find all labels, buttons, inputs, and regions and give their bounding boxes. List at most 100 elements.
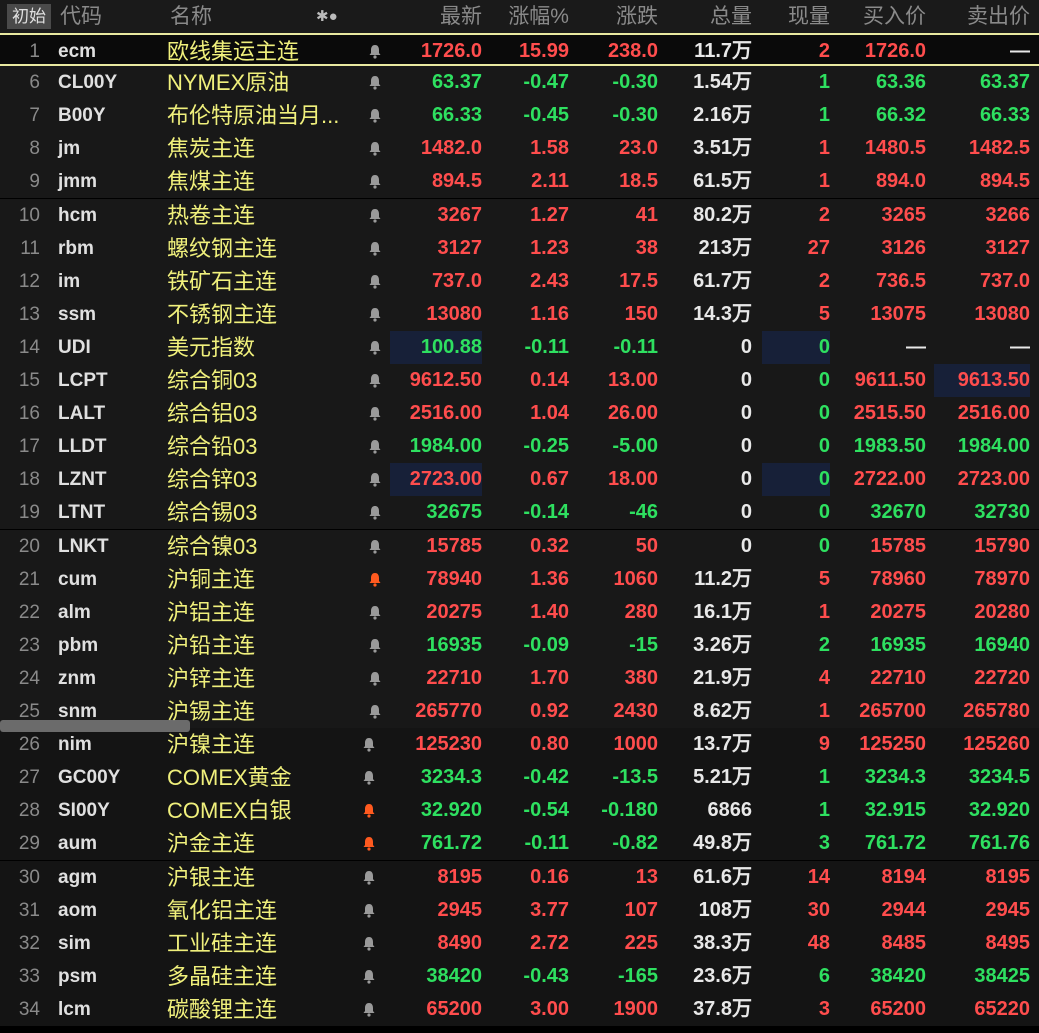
row-ask: —: [1010, 336, 1030, 358]
table-row[interactable]: 19 LTNT 综合锡03 32675 -0.14 -46 0 0 32670 32730: [0, 496, 1039, 529]
table-row[interactable]: 27 GC00Y COMEX黄金 3234.3 -0.42 -13.5 5.21万 1 3234…: [0, 761, 1039, 794]
alert-bell-icon[interactable]: [368, 605, 382, 620]
row-number: 33: [18, 966, 40, 987]
row-change-pct: -0.54: [523, 799, 569, 821]
alert-bell-icon[interactable]: [368, 439, 382, 454]
header-last[interactable]: 最新: [390, 0, 482, 33]
row-code: LNKT: [58, 536, 109, 557]
header-ask[interactable]: 卖出价: [934, 0, 1030, 33]
table-row[interactable]: 32 sim 工业硅主连 8490 2.72 225 38.3万 48 8485 8495: [0, 927, 1039, 960]
alert-bell-icon[interactable]: [362, 936, 376, 951]
horizontal-scrollbar[interactable]: [0, 720, 190, 732]
row-last-price: 1482.0: [420, 137, 482, 159]
table-row[interactable]: 12 im 铁矿石主连 737.0 2.43 17.5 61.7万 2 736.5 737.0: [0, 265, 1039, 298]
row-ask: 66.33: [979, 104, 1030, 126]
alert-bell-icon[interactable]: [368, 638, 382, 653]
header-change-pct[interactable]: 涨幅%: [488, 0, 569, 33]
alert-bell-icon[interactable]: [362, 903, 376, 918]
alert-bell-icon[interactable]: [368, 307, 382, 322]
table-row[interactable]: 33 psm 多晶硅主连 38420 -0.43 -165 23.6万 6 38420 38425: [0, 960, 1039, 993]
alert-bell-icon[interactable]: [368, 539, 382, 554]
alert-bell-icon[interactable]: [368, 44, 382, 59]
row-name: 焦煤主连: [167, 169, 256, 194]
row-bid: 1726.0: [864, 40, 926, 62]
alert-bell-icon[interactable]: [362, 870, 376, 885]
table-row[interactable]: 13 ssm 不锈钢主连 13080 1.16 150 14.3万 5 13075 13080: [0, 298, 1039, 331]
alert-bell-icon[interactable]: [368, 241, 382, 256]
table-row[interactable]: 22 alm 沪铝主连 20275 1.40 280 16.1万 1 20275 20280: [0, 596, 1039, 629]
alert-bell-icon[interactable]: [368, 505, 382, 520]
alert-bell-icon[interactable]: [362, 1002, 376, 1017]
table-row[interactable]: 28 SI00Y COMEX白银 32.920 -0.54 -0.180 6866 1 32.9…: [0, 794, 1039, 827]
row-volume: 0: [740, 336, 752, 358]
table-row[interactable]: 15 LCPT 综合铜03 9612.50 0.14 13.00 0 0 9611.50 9613…: [0, 364, 1039, 397]
header-code[interactable]: 代码: [60, 0, 102, 33]
row-volume: 16.1万: [693, 601, 752, 623]
row-number: 7: [29, 105, 40, 126]
row-current-volume: 1: [818, 71, 830, 93]
row-current-volume: 2: [818, 270, 830, 292]
alert-bell-icon[interactable]: [368, 141, 382, 156]
table-row[interactable]: 11 rbm 螺纹钢主连 3127 1.23 38 213万 27 3126 3127: [0, 232, 1039, 265]
table-row[interactable]: 7 B00Y 布伦特原油当月... 66.33 -0.45 -0.30 2.16万 1 66.3…: [0, 99, 1039, 132]
alert-bell-icon[interactable]: [368, 572, 382, 587]
alert-bell-icon[interactable]: [368, 373, 382, 388]
alert-bell-icon[interactable]: [362, 969, 376, 984]
row-number: 26: [18, 734, 40, 755]
tab-initial[interactable]: 初始: [7, 4, 51, 29]
table-row[interactable]: 9 jmm 焦煤主连 894.5 2.11 18.5 61.5万 1 894.0 894.5: [0, 165, 1039, 198]
table-header: 初始 代码 名称 ✱● 最新 涨幅% 涨跌 总量 现量 买入价 卖出价: [0, 0, 1039, 33]
row-code: cum: [58, 569, 98, 590]
table-row[interactable]: 31 aom 氧化铝主连 2945 3.77 107 108万 30 2944 2945: [0, 894, 1039, 927]
row-ask: 737.0: [979, 270, 1030, 292]
header-bid[interactable]: 买入价: [838, 0, 926, 33]
alert-bell-icon[interactable]: [368, 274, 382, 289]
table-row[interactable]: 23 pbm 沪铅主连 16935 -0.09 -15 3.26万 2 16935 16940: [0, 629, 1039, 662]
alert-bell-icon[interactable]: [368, 472, 382, 487]
header-volume[interactable]: 总量: [664, 0, 752, 33]
row-change: 107: [624, 899, 658, 921]
alert-bell-icon[interactable]: [368, 704, 382, 719]
header-current-volume[interactable]: 现量: [762, 0, 830, 33]
row-change-pct: -0.11: [524, 336, 569, 358]
row-ask: 2516.00: [957, 402, 1030, 424]
row-ask: 8495: [985, 932, 1031, 954]
header-change[interactable]: 涨跌: [578, 0, 658, 33]
table-row[interactable]: 14 UDI 美元指数 100.88 -0.11 -0.11 0 0 — —: [0, 331, 1039, 364]
table-row[interactable]: 6 CL00Y NYMEX原油 63.37 -0.47 -0.30 1.54万 1 63.36 6…: [0, 66, 1039, 99]
table-row[interactable]: 26 nim 沪镍主连 125230 0.80 1000 13.7万 9 125250 12526…: [0, 728, 1039, 761]
alert-bell-icon[interactable]: [368, 208, 382, 223]
row-change-pct: 0.80: [530, 733, 569, 755]
alert-bell-icon[interactable]: [362, 836, 376, 851]
table-row[interactable]: 34 lcm 碳酸锂主连 65200 3.00 1900 37.8万 3 65200 65220: [0, 993, 1039, 1026]
table-row[interactable]: 10 hcm 热卷主连 3267 1.27 41 80.2万 2 3265 3266: [0, 199, 1039, 232]
row-bid: 3265: [881, 204, 927, 226]
alert-bell-icon[interactable]: [362, 770, 376, 785]
table-row[interactable]: 30 agm 沪银主连 8195 0.16 13 61.6万 14 8194 8195: [0, 861, 1039, 894]
table-row[interactable]: 18 LZNT 综合锌03 2723.00 0.67 18.00 0 0 2722.00 2723…: [0, 463, 1039, 496]
alert-bell-icon[interactable]: [368, 75, 382, 90]
alert-bell-icon[interactable]: [368, 671, 382, 686]
alert-bell-icon[interactable]: [368, 108, 382, 123]
alert-bell-icon[interactable]: [368, 340, 382, 355]
table-row[interactable]: 29 aum 沪金主连 761.72 -0.11 -0.82 49.8万 3 761.72 761…: [0, 827, 1039, 860]
row-name: 多晶硅主连: [167, 964, 278, 989]
alert-bell-icon[interactable]: [362, 803, 376, 818]
row-current-volume: 14: [807, 866, 830, 888]
table-row[interactable]: 16 LALT 综合铝03 2516.00 1.04 26.00 0 0 2515.50 2516…: [0, 397, 1039, 430]
row-volume: 213万: [698, 237, 752, 259]
table-row[interactable]: 24 znm 沪锌主连 22710 1.70 380 21.9万 4 22710 22720: [0, 662, 1039, 695]
header-settings-icon[interactable]: ✱●: [316, 0, 338, 33]
alert-bell-icon[interactable]: [362, 737, 376, 752]
row-volume: 108万: [698, 899, 752, 921]
header-name[interactable]: 名称: [170, 0, 212, 33]
row-name: 欧线集运主连: [167, 39, 300, 64]
row-ask: 761.76: [968, 832, 1030, 854]
table-row[interactable]: 8 jm 焦炭主连 1482.0 1.58 23.0 3.51万 1 1480.5 1482.5: [0, 132, 1039, 165]
table-row[interactable]: 17 LLDT 综合铅03 1984.00 -0.25 -5.00 0 0 1983.50 198…: [0, 430, 1039, 463]
alert-bell-icon[interactable]: [368, 406, 382, 421]
table-row[interactable]: 21 cum 沪铜主连 78940 1.36 1060 11.2万 5 78960 78970: [0, 563, 1039, 596]
alert-bell-icon[interactable]: [368, 174, 382, 189]
table-row[interactable]: 1 ecm 欧线集运主连 1726.0 15.99 238.0 11.7万 2 1726.0 —: [0, 33, 1039, 66]
table-row[interactable]: 20 LNKT 综合镍03 15785 0.32 50 0 0 15785 15790: [0, 530, 1039, 563]
